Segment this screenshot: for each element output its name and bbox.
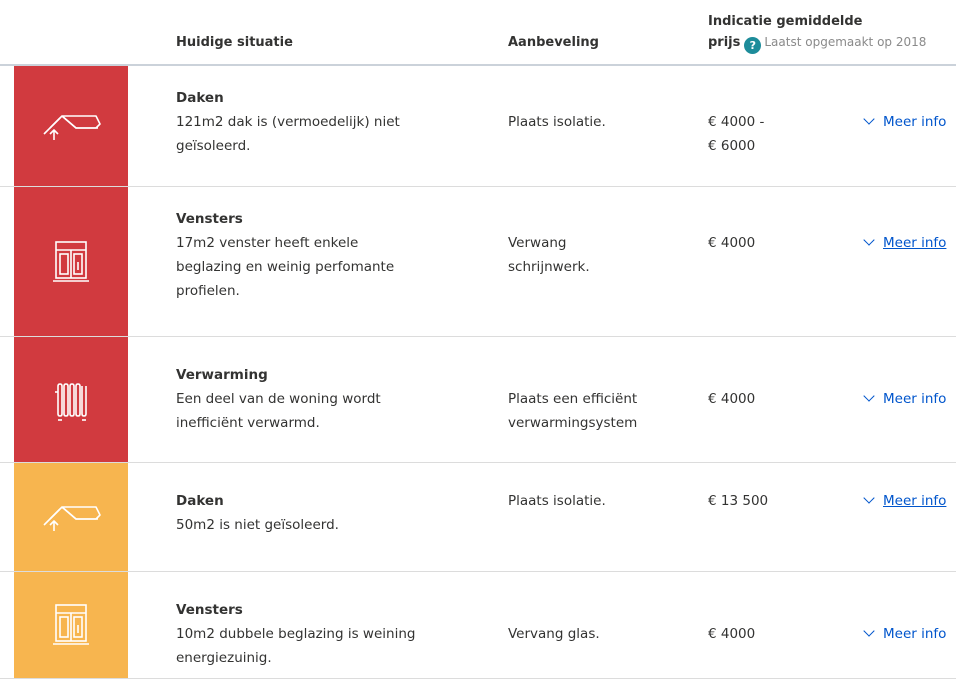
price-text: € 13 500 [708, 493, 769, 509]
current-situation-cell: Verwarming Een deel van de woning wordt in… [176, 363, 476, 435]
current-situation-cell: Daken 50m2 is niet geïsoleerd. [176, 489, 476, 537]
more-info-label[interactable]: Meer info [883, 391, 946, 407]
situation-text: profielen. [176, 283, 240, 299]
price-cell: € 13 500 [708, 489, 838, 513]
prijs-header-line2: prijs [708, 35, 741, 50]
current-situation-cell: Daken 121m2 dak is (vermoedelijk) niet geï… [176, 86, 476, 158]
column-header-prijs: Indicatie gemiddelde prijs? Laatst opgema… [708, 11, 926, 54]
table-row: Vensters 17m2 venster heeft enkele beglazi… [0, 187, 956, 337]
last-updated-note: Laatst opgemaakt op 2018 [764, 35, 927, 49]
situation-text: Een deel van de woning wordt [176, 391, 381, 407]
more-info-label[interactable]: Meer info [883, 626, 946, 642]
chevron-down-icon [863, 625, 875, 637]
price-text: € 4000 - [708, 114, 765, 130]
chevron-down-icon [863, 234, 875, 246]
category-title: Daken [176, 90, 224, 106]
category-title: Daken [176, 493, 224, 509]
recommendation-text: Plaats isolatie. [508, 114, 606, 130]
recommendation-cell: Vervang glas. [508, 622, 678, 646]
more-info-toggle[interactable]: Meer info [863, 231, 946, 255]
window-icon [53, 603, 89, 647]
price-cell: € 4000 [708, 622, 838, 646]
roof-icon [40, 106, 102, 146]
chevron-down-icon [863, 390, 875, 402]
recommendation-text: Vervang glas. [508, 626, 600, 642]
price-cell: € 4000 - € 6000 [708, 110, 838, 158]
chevron-down-icon [863, 113, 875, 125]
chevron-down-icon [863, 492, 875, 504]
more-info-label[interactable]: Meer info [883, 493, 946, 509]
radiator-icon [54, 378, 88, 422]
recommendation-text: Verwang [508, 235, 567, 251]
help-icon[interactable]: ? [744, 37, 762, 54]
category-title: Vensters [176, 602, 243, 618]
situation-text: energiezuinig. [176, 650, 272, 666]
situation-text: 17m2 venster heeft enkele [176, 235, 359, 251]
more-info-toggle[interactable]: Meer info [863, 622, 946, 646]
prijs-header-line1: Indicatie gemiddelde [708, 14, 863, 29]
severity-indicator-red [14, 337, 128, 462]
more-info-toggle[interactable]: Meer info [863, 110, 946, 134]
more-info-label[interactable]: Meer info [883, 235, 946, 251]
price-cell: € 4000 [708, 387, 838, 411]
table-row: Verwarming Een deel van de woning wordt in… [0, 337, 956, 463]
severity-indicator-red [14, 187, 128, 336]
recommendation-cell: Plaats isolatie. [508, 110, 678, 134]
recommendation-text: Plaats een efficiënt [508, 391, 638, 407]
price-cell: € 4000 [708, 231, 838, 255]
situation-text: 50m2 is niet geïsoleerd. [176, 517, 339, 533]
severity-indicator-orange [14, 463, 128, 571]
situation-text: 10m2 dubbele beglazing is weining [176, 626, 416, 642]
situation-text: inefficiënt verwarmd. [176, 415, 320, 431]
severity-indicator-red [14, 66, 128, 186]
price-text: € 4000 [708, 235, 756, 251]
recommendation-text: schrijnwerk. [508, 259, 590, 275]
more-info-label[interactable]: Meer info [883, 114, 946, 130]
table-row: Daken 50m2 is niet geïsoleerd. Plaats isol… [0, 463, 956, 572]
price-text: € 4000 [708, 391, 756, 407]
column-header-situatie: Huidige situatie [176, 35, 293, 50]
table-header: Huidige situatie Aanbeveling Indicatie g… [0, 0, 956, 66]
category-title: Verwarming [176, 367, 268, 383]
situation-text: beglazing en weinig perfomante [176, 259, 395, 275]
roof-icon [40, 497, 102, 537]
situation-text: geïsoleerd. [176, 138, 251, 154]
price-text: € 6000 [708, 138, 756, 154]
more-info-toggle[interactable]: Meer info [863, 489, 946, 513]
current-situation-cell: Vensters 10m2 dubbele beglazing is weinin… [176, 598, 476, 670]
table-row: Vensters 10m2 dubbele beglazing is weinin… [0, 572, 956, 679]
more-info-toggle[interactable]: Meer info [863, 387, 946, 411]
recommendation-text: verwarmingsystem [508, 415, 638, 431]
category-title: Vensters [176, 211, 243, 227]
severity-indicator-orange [14, 572, 128, 678]
recommendation-text: Plaats isolatie. [508, 493, 606, 509]
price-text: € 4000 [708, 626, 756, 642]
situation-text: 121m2 dak is (vermoedelijk) niet [176, 114, 400, 130]
current-situation-cell: Vensters 17m2 venster heeft enkele beglazi… [176, 207, 476, 303]
recommendation-cell: Plaats een efficiënt verwarmingsystem [508, 387, 678, 435]
window-icon [53, 240, 89, 284]
column-header-aanbeveling: Aanbeveling [508, 35, 599, 50]
table-row: Daken 121m2 dak is (vermoedelijk) niet geï… [0, 66, 956, 187]
recommendation-cell: Verwang schrijnwerk. [508, 231, 678, 279]
recommendation-cell: Plaats isolatie. [508, 489, 678, 513]
